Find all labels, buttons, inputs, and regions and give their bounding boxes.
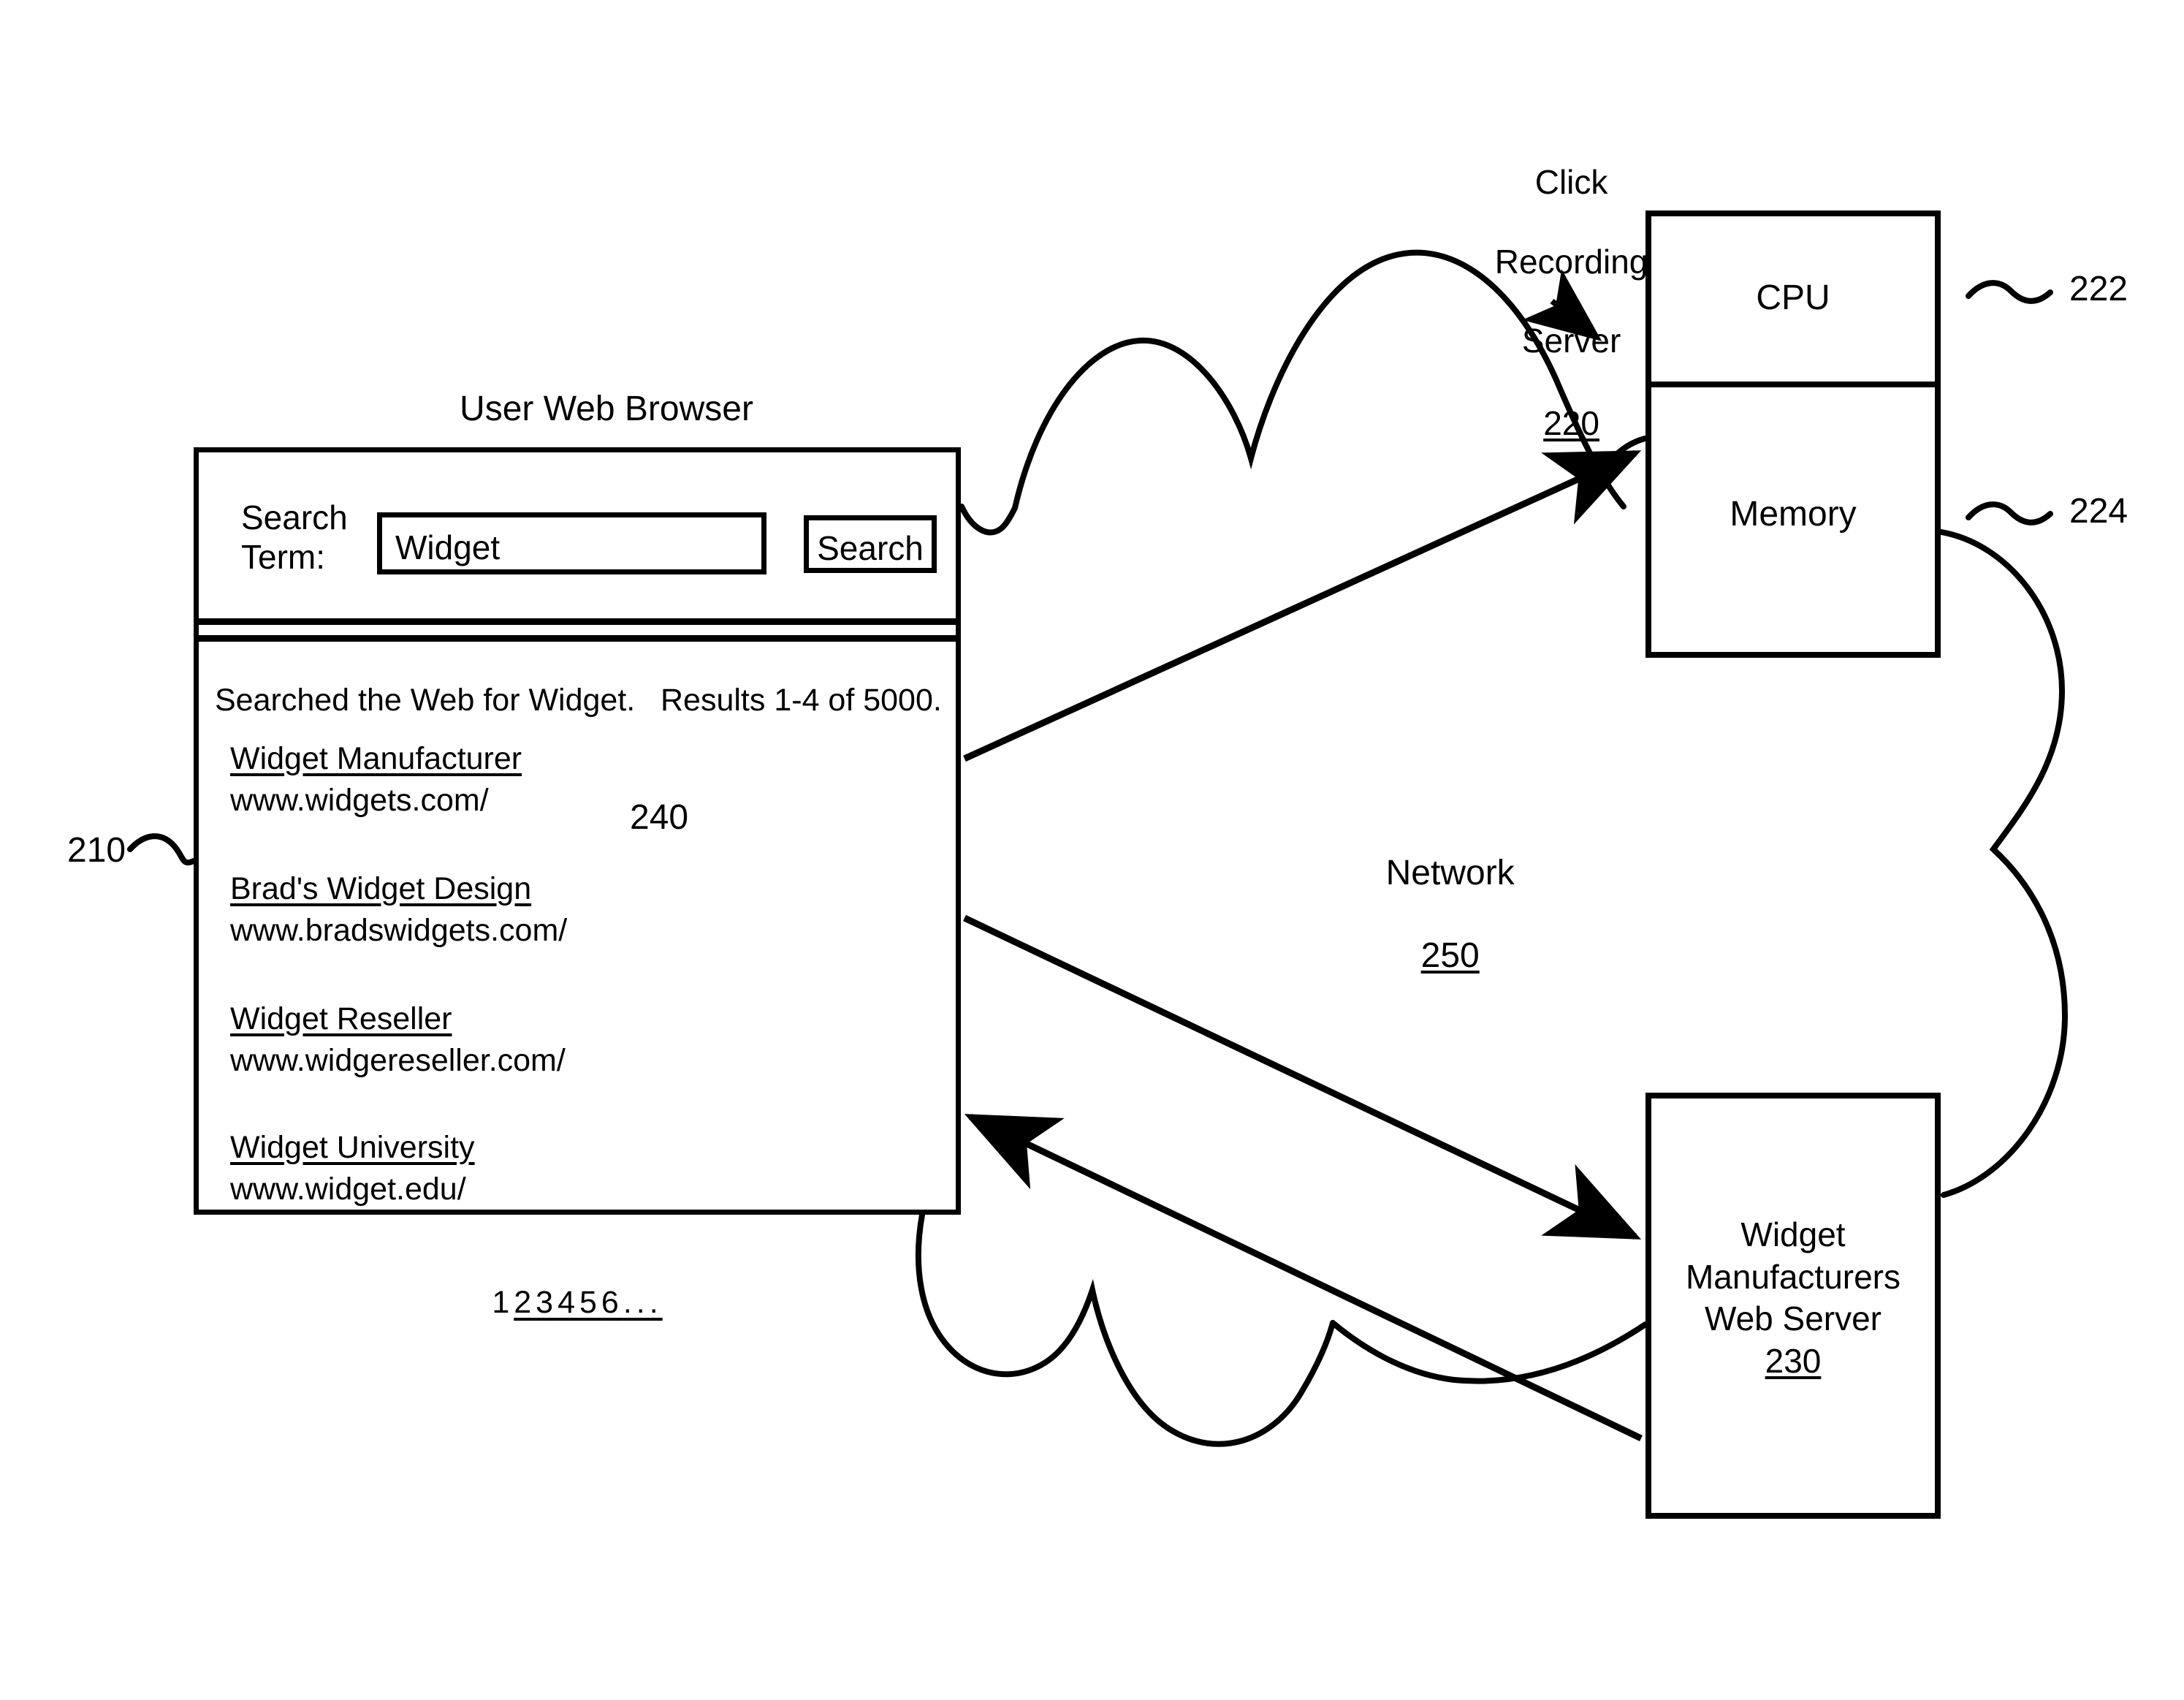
cloud-outline-bottom-right <box>1330 1320 1648 1384</box>
search-result-item: Widget Manufacturer www.widgets.com/ <box>230 741 888 819</box>
search-button-label: Search <box>817 529 924 567</box>
pagination-more[interactable]: ... <box>623 1285 663 1321</box>
pagination-page-5[interactable]: 5 <box>579 1285 601 1321</box>
arrow-browser-to-click-recording-server <box>963 449 1642 762</box>
cpu-label: CPU <box>1756 278 1830 317</box>
search-input-value: Widget <box>395 528 501 566</box>
leader-squiggle-210 <box>127 833 197 866</box>
search-result-item: Widget Reseller www.widgereseller.com/ <box>230 1001 888 1079</box>
pagination-page-6[interactable]: 6 <box>601 1285 623 1321</box>
click-recording-server-box: CPU Memory <box>1645 210 1941 658</box>
search-result-link[interactable]: Brad's Widget Design <box>230 871 531 907</box>
pagination: 123456... <box>199 1285 956 1321</box>
reference-numeral-220: 220 <box>1543 403 1599 442</box>
leader-squiggle-222 <box>1966 280 2053 304</box>
cloud-outline-right <box>1938 529 2069 1198</box>
network-label: Network <box>1385 853 1515 892</box>
results-summary-text: Searched the Web for Widget. <box>215 683 636 718</box>
user-web-browser-window: Search Term: Widget Search Searched the … <box>194 447 961 1320</box>
crs-caption-line-3: Server <box>1521 322 1621 360</box>
toolbar-divider-upper <box>199 618 956 625</box>
pagination-page-4[interactable]: 4 <box>558 1285 579 1321</box>
widget-server-line-2: Manufacturers <box>1685 1257 1900 1296</box>
search-result-item: Widget University www.widget.edu/ <box>230 1130 888 1207</box>
search-result-link[interactable]: Widget Manufacturer <box>230 741 522 777</box>
search-result-link[interactable]: Widget Reseller <box>230 1001 452 1037</box>
reference-numeral-210: 210 <box>67 831 126 870</box>
arrow-widget-server-to-browser <box>964 1113 1643 1442</box>
memory-label: Memory <box>1730 495 1857 534</box>
click-recording-server-caption: Click Recording Server 220 <box>1450 123 1655 482</box>
search-term-label: Search Term: <box>241 498 348 577</box>
cloud-outline-bottom <box>915 1212 1336 1447</box>
browser-window-title: User Web Browser <box>460 390 753 428</box>
pagination-page-2[interactable]: 2 <box>514 1285 536 1321</box>
crs-caption-line-1: Click <box>1534 163 1608 202</box>
crs-caption-line-2: Recording <box>1494 242 1648 281</box>
results-count-text: Results 1-4 of 5000. <box>661 683 942 718</box>
network-caption: Network 250 <box>1328 811 1533 1018</box>
widget-server-line-1: Widget <box>1740 1215 1846 1253</box>
pagination-page-1[interactable]: 1 <box>492 1285 514 1321</box>
browser-toolbar: Search Term: Widget Search <box>199 452 956 622</box>
search-results-pane: Searched the Web for Widget. Results 1-4… <box>199 642 956 1320</box>
patent-figure: User Web Browser Search Term: Widget Sea… <box>0 0 2184 1700</box>
reference-numeral-240: 240 <box>630 798 689 837</box>
widget-manufacturers-web-server-label: Widget Manufacturers Web Server 230 <box>1651 1214 1935 1382</box>
widget-manufacturers-web-server-box: Widget Manufacturers Web Server 230 <box>1645 1093 1941 1519</box>
pagination-page-3[interactable]: 3 <box>536 1285 558 1321</box>
search-result-url: www.widget.edu/ <box>230 1172 466 1207</box>
widget-server-line-3: Web Server <box>1704 1299 1882 1337</box>
search-result-link[interactable]: Widget University <box>230 1130 475 1166</box>
search-result-url: www.widgets.com/ <box>230 783 489 818</box>
search-input[interactable]: Widget <box>377 512 766 574</box>
reference-numeral-224: 224 <box>2069 492 2128 531</box>
search-result-url: www.bradswidgets.com/ <box>230 913 568 948</box>
search-result-url: www.widgereseller.com/ <box>230 1043 566 1078</box>
reference-numeral-230: 230 <box>1765 1341 1822 1380</box>
search-button[interactable]: Search <box>804 515 937 573</box>
arrow-browser-to-widget-server <box>963 914 1642 1240</box>
reference-numeral-222: 222 <box>2069 270 2128 308</box>
search-result-item: Brad's Widget Design www.bradswidgets.co… <box>230 871 888 949</box>
toolbar-divider-lower <box>199 635 956 642</box>
leader-squiggle-224 <box>1966 501 2053 525</box>
reference-numeral-250: 250 <box>1420 936 1480 975</box>
